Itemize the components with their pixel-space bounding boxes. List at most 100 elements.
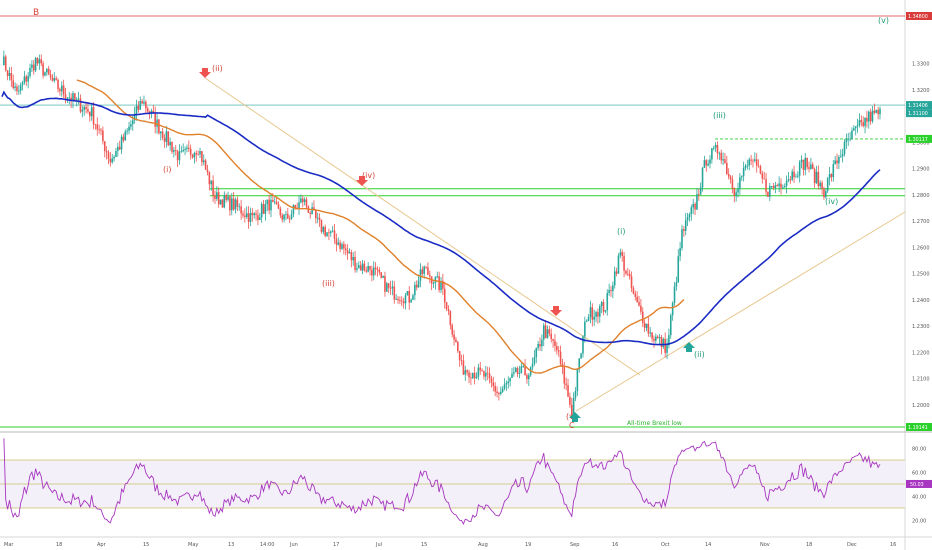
candle-body: [712, 147, 715, 149]
candle-body: [526, 375, 528, 380]
chart-container[interactable]: 1.3300 1.3200 1.3000 1.2900 1.2800 1.2700 1.26…: [0, 0, 932, 550]
candle-body: [208, 172, 211, 185]
price-chart[interactable]: 1.33001.32001.30001.29001.28001.27001.26…: [0, 0, 932, 550]
candle-body: [102, 130, 104, 142]
candle-body: [524, 366, 526, 376]
candle-body: [298, 202, 300, 209]
time-tick-1: 18: [56, 542, 62, 548]
candle-body: [460, 360, 463, 361]
wave-label-ii-red: (ii): [212, 64, 223, 73]
candle-body: [115, 151, 117, 157]
candle-body: [339, 242, 341, 249]
candle-body: [793, 171, 795, 178]
candle-body: [464, 370, 467, 375]
candle-body: [475, 376, 478, 379]
candle-body: [253, 213, 255, 216]
wave-label-c: C: [569, 421, 575, 430]
candle-body: [802, 159, 805, 170]
price-tag-label-4: 1.19141: [908, 425, 928, 431]
candle-body: [739, 177, 741, 189]
candle-body: [212, 180, 214, 196]
candle-body: [686, 217, 689, 221]
candle-body: [32, 64, 35, 71]
candle-body: [834, 160, 836, 165]
candle-body: [395, 298, 397, 300]
candle-body: [841, 154, 844, 157]
candle-body: [163, 137, 166, 142]
wave-label-i-red: (i): [163, 165, 171, 174]
candle-body: [367, 265, 369, 272]
candle-body: [131, 120, 134, 125]
candle-body: [103, 141, 106, 152]
candle-body: [238, 206, 241, 208]
candle-body: [806, 157, 808, 168]
time-tick-13: Sep: [570, 542, 579, 548]
candle-body: [294, 205, 297, 208]
candle-body: [815, 171, 818, 184]
candle-body: [636, 296, 638, 302]
candle-body: [217, 192, 220, 205]
candle-body: [505, 383, 508, 385]
candle-body: [245, 213, 248, 218]
candle-body: [62, 85, 65, 95]
candle-body: [813, 168, 816, 184]
candle-body: [143, 101, 145, 104]
wave-label-v-green: (v): [878, 16, 889, 25]
time-tick-0: Mar: [4, 542, 14, 548]
candle-body: [556, 346, 558, 351]
candle-body: [623, 255, 625, 271]
candle-body: [746, 165, 749, 167]
candle-body: [789, 179, 792, 181]
price-tag-label-3: 1.30117: [908, 137, 928, 143]
candle-body: [856, 125, 859, 127]
candle-body: [490, 378, 493, 383]
candle-body: [60, 85, 63, 92]
price-tick-5: 1.2700: [912, 219, 930, 225]
candle-body: [696, 194, 698, 210]
candle-body: [836, 160, 838, 164]
candle-body: [436, 276, 439, 278]
candle-body: [643, 322, 646, 328]
candle-body: [393, 286, 396, 300]
candle-body: [139, 101, 142, 110]
candle-body: [511, 373, 513, 379]
candle-body: [221, 199, 224, 208]
candle-body: [53, 78, 56, 81]
candle-body: [10, 73, 13, 81]
candle-body: [742, 168, 745, 177]
candle-body: [399, 300, 401, 302]
candle-body: [763, 178, 765, 180]
candle-body: [83, 106, 85, 110]
candle-body: [546, 329, 549, 339]
candle-body: [733, 188, 736, 196]
candle-body: [320, 219, 323, 232]
price-tag-label-2: 1.31100: [908, 111, 928, 117]
candle-body: [666, 345, 668, 353]
candle-body: [800, 159, 803, 162]
candle-body: [516, 368, 519, 374]
candle-body: [258, 217, 261, 221]
candle-body: [146, 108, 149, 112]
candle-body: [871, 110, 874, 122]
candle-body: [270, 199, 272, 211]
candle-body: [348, 252, 351, 254]
rsi-tick-1: 60.00: [912, 471, 926, 477]
candle-body: [541, 339, 543, 347]
candle-body: [468, 372, 470, 378]
candle-body: [371, 269, 373, 276]
candle-body: [141, 101, 143, 104]
candle-body: [447, 308, 450, 312]
candle-body: [247, 213, 250, 222]
candle-body: [808, 167, 810, 169]
candle-body: [191, 154, 194, 158]
candle-body: [589, 307, 592, 318]
candle-body: [223, 195, 226, 208]
candle-body: [466, 370, 468, 373]
candle-body: [404, 295, 407, 304]
candle-body: [681, 229, 683, 249]
candle-body: [272, 199, 274, 202]
candle-body: [384, 276, 386, 292]
candle-body: [537, 344, 539, 348]
candle-body: [701, 167, 704, 188]
candle-body: [262, 204, 265, 214]
